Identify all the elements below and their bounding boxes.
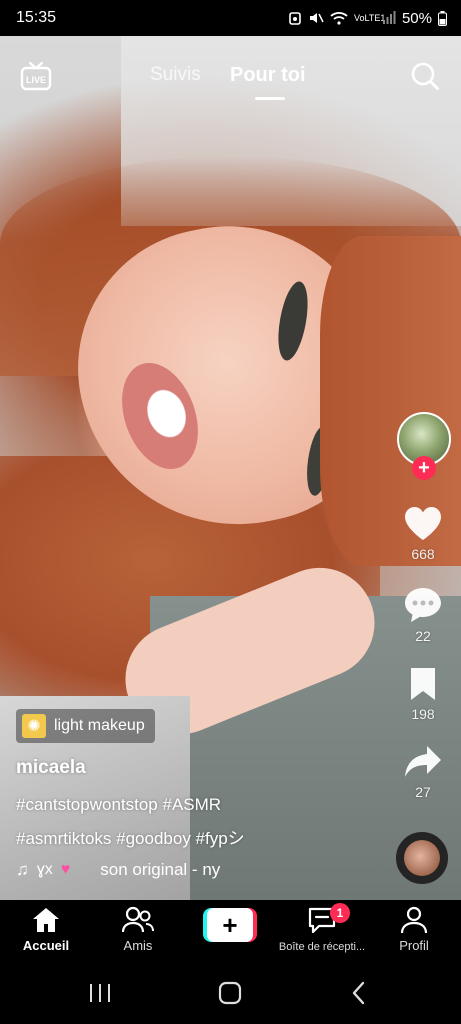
tab-profile-label: Profil [399, 938, 429, 953]
live-tv-icon: LIVE [20, 61, 52, 91]
home-nav-button[interactable] [215, 980, 245, 1006]
create-button[interactable]: + [203, 908, 257, 942]
network-label: VoLTE1 [353, 12, 386, 23]
share-arrow-icon [405, 746, 441, 777]
comment-button[interactable]: 22 [381, 586, 461, 644]
tab-friends[interactable]: Amis [93, 906, 183, 953]
effect-chip[interactable]: ✺ light makeup [16, 709, 155, 743]
tab-inbox-label: Boîte de récepti... [278, 941, 366, 953]
music-user: ɣx [36, 861, 53, 878]
share-button[interactable]: 27 [381, 744, 461, 800]
comment-icon [405, 588, 441, 622]
signal-icon [382, 11, 396, 24]
recents-button[interactable] [85, 980, 115, 1006]
recents-icon [90, 984, 110, 1002]
bookmark-icon [411, 668, 435, 700]
caption-line[interactable]: #asmrtiktoks #goodboy #fypシ [16, 824, 245, 849]
inbox-badge: 1 [330, 903, 350, 923]
follow-button[interactable]: + [412, 456, 436, 480]
wifi-icon [330, 12, 348, 25]
sound-name: son original - ny [100, 860, 221, 879]
action-rail: + 668 22 198 27 [381, 410, 461, 830]
live-label: LIVE [26, 75, 46, 85]
music-disc-cover [404, 840, 440, 876]
tab-profile[interactable]: Profil [369, 906, 459, 953]
tab-friends-label: Amis [123, 938, 153, 953]
heart-icon [405, 507, 441, 540]
system-navigation-bar [0, 962, 461, 1024]
profile-icon [400, 906, 428, 934]
plus-icon: + [207, 908, 253, 942]
like-button[interactable]: 668 [381, 506, 461, 562]
save-button[interactable]: 198 [381, 666, 461, 722]
active-tab-indicator [255, 97, 285, 100]
share-count: 27 [415, 784, 431, 800]
search-icon [411, 62, 439, 90]
like-count: 668 [411, 546, 435, 562]
status-icons: VoLTE1 50% [288, 10, 447, 27]
back-button[interactable] [345, 980, 375, 1006]
mute-icon [309, 13, 324, 23]
friends-icon [122, 906, 154, 933]
tab-inbox[interactable]: Boîte de récepti... [277, 906, 367, 953]
top-navigation: LIVE Suivis Pour toi [0, 52, 461, 102]
tab-home-label: Accueil [22, 938, 70, 953]
home-nav-icon [218, 981, 242, 1005]
home-icon [33, 908, 59, 932]
live-button[interactable]: LIVE [20, 60, 52, 92]
battery-icon [438, 10, 447, 26]
effect-sparkle-icon: ✺ [22, 714, 46, 738]
tab-following[interactable]: Suivis [150, 64, 201, 86]
music-info[interactable]: ♫ ɣx ♥ son original - ny [16, 860, 220, 880]
save-count: 198 [411, 706, 435, 722]
tab-for-you[interactable]: Pour toi [230, 64, 306, 87]
alarm-icon [289, 12, 301, 25]
caption-line[interactable]: #cantstopwontstop #ASMR [16, 795, 221, 815]
tab-home[interactable]: Accueil [1, 906, 91, 953]
status-time: 15:35 [16, 9, 57, 26]
search-button[interactable] [410, 61, 440, 91]
effect-label: light makeup [54, 717, 145, 734]
pink-heart-icon: ♥ [60, 861, 71, 878]
music-note-icon: ♫ [16, 860, 29, 879]
battery-percent: 50% [401, 9, 432, 27]
music-disc[interactable] [396, 832, 448, 884]
comment-count: 22 [415, 628, 431, 644]
bottom-tab-bar: Accueil Amis + Boîte de récepti... 1 Pro… [0, 900, 461, 962]
back-icon [352, 981, 365, 1005]
creator-username[interactable]: micaela [16, 757, 86, 779]
status-bar: 15:35 VoLTE1 50% [0, 0, 461, 36]
